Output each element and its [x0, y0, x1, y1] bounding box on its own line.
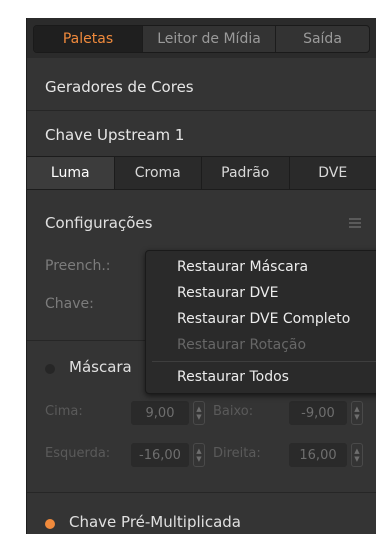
top-value-field[interactable]: 9,00 [131, 401, 189, 425]
key-label: Chave: [45, 296, 94, 312]
right-stepper[interactable]: ▲ ▼ [351, 443, 363, 467]
section-divider [27, 492, 376, 493]
menu-separator [152, 361, 376, 362]
key-type-tabs: Luma Croma Padrão DVE [27, 156, 376, 190]
top-tab-bar: Paletas Leitor de Mídia Saída [27, 18, 376, 58]
switcher-panel: Paletas Leitor de Mídia Saída Geradores … [26, 18, 376, 534]
tab-chroma[interactable]: Croma [114, 157, 202, 189]
left-value-field[interactable]: -16,00 [131, 443, 189, 467]
tab-dve[interactable]: DVE [289, 157, 376, 189]
tab-output[interactable]: Saída [276, 26, 369, 52]
menu-item-reset-all[interactable]: Restaurar Todos [177, 369, 289, 385]
top-stepper[interactable]: ▲ ▼ [193, 401, 205, 425]
left-label: Esquerda: [45, 446, 111, 461]
bottom-label: Baixo: [213, 404, 254, 419]
bottom-stepper[interactable]: ▲ ▼ [351, 401, 363, 425]
tab-paletas[interactable]: Paletas [34, 26, 143, 52]
section-divider [27, 110, 376, 111]
upstream-key-header[interactable]: Chave Upstream 1 [45, 126, 184, 144]
top-tabs: Paletas Leitor de Mídia Saída [33, 25, 370, 53]
settings-title: Configurações [45, 214, 153, 232]
menu-item-reset-rotation: Restaurar Rotação [177, 337, 307, 353]
tab-pattern[interactable]: Padrão [202, 157, 290, 189]
premultiplied-radio[interactable] [45, 519, 55, 529]
right-value-field[interactable]: 16,00 [289, 443, 347, 467]
menu-icon[interactable] [349, 218, 361, 228]
menu-item-reset-full-dve[interactable]: Restaurar DVE Completo [177, 311, 350, 327]
menu-item-reset-mask[interactable]: Restaurar Máscara [177, 259, 308, 275]
color-generators-header[interactable]: Geradores de Cores [45, 78, 194, 96]
top-label: Cima: [45, 404, 83, 419]
mask-radio[interactable] [45, 364, 55, 374]
bottom-value-field[interactable]: -9,00 [289, 401, 347, 425]
menu-item-reset-dve[interactable]: Restaurar DVE [177, 285, 278, 301]
tab-media-player[interactable]: Leitor de Mídia [143, 26, 276, 52]
left-stepper[interactable]: ▲ ▼ [193, 443, 205, 467]
mask-label: Máscara [69, 358, 132, 376]
tab-luma[interactable]: Luma [27, 157, 115, 189]
context-menu: Restaurar Máscara Restaurar DVE Restaura… [145, 250, 376, 394]
right-label: Direita: [213, 446, 261, 461]
premultiplied-label: Chave Pré-Multiplicada [69, 513, 241, 531]
fill-label: Preench.: [45, 258, 111, 274]
